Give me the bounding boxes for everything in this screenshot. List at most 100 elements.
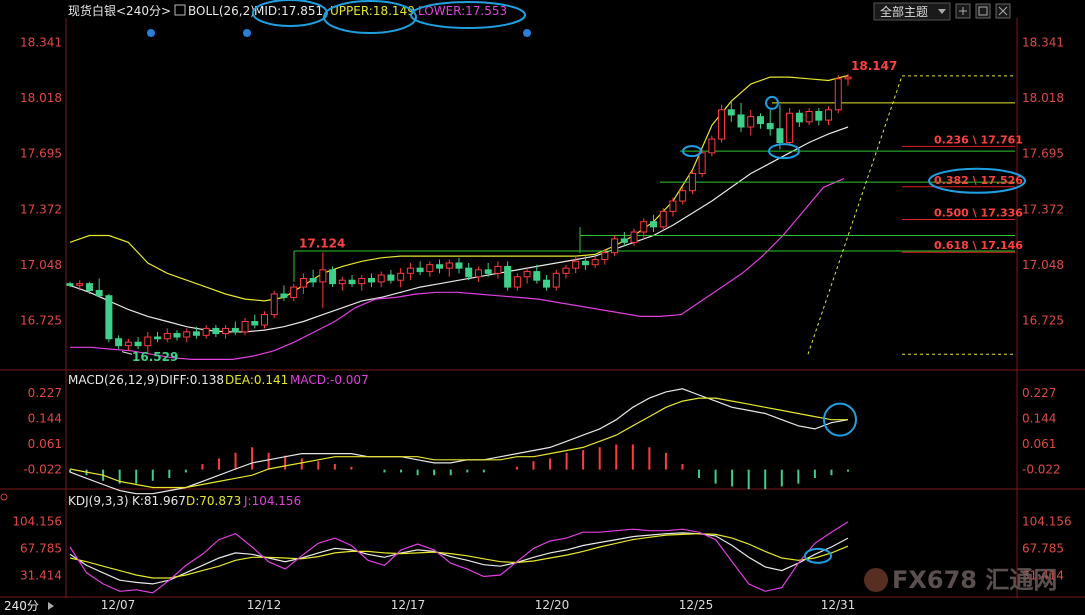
y-tick-label-right: 17.048: [1022, 258, 1064, 272]
high-price-label: 18.147: [851, 59, 897, 73]
candle-body: [484, 269, 492, 274]
kdj-d-label: D:70.873: [186, 494, 241, 508]
candle-body: [66, 283, 74, 286]
candle-body: [669, 200, 677, 212]
fib-level-label: 0.618 \ 17.146: [934, 239, 1023, 252]
candle-body: [377, 274, 385, 283]
kdj-y-tick-left: 104.156: [12, 515, 62, 529]
kdj-y-tick-left: 67.785: [20, 542, 62, 556]
marker-dot: [523, 29, 531, 37]
candle-body: [679, 190, 687, 202]
kdj-panel-dot: [0, 493, 8, 501]
candle-body: [115, 338, 123, 347]
candle-body: [747, 116, 755, 128]
candle-body: [601, 252, 609, 261]
candle-body: [212, 327, 220, 335]
y-tick-label-right: 17.695: [1022, 147, 1064, 161]
candle-body: [786, 112, 794, 143]
candle-body: [163, 333, 171, 340]
candle-body: [756, 116, 764, 125]
marker-dot: [243, 29, 251, 37]
y-tick-label-right: 18.018: [1022, 91, 1064, 105]
candle-body: [815, 111, 823, 121]
bottom-period-label[interactable]: 240分: [4, 599, 39, 613]
macd-y-tick-right: 0.061: [1022, 437, 1056, 451]
candle-body: [76, 283, 84, 286]
restore-button[interactable]: [975, 3, 991, 19]
candle-body: [95, 290, 103, 297]
macd-y-tick-left: 0.061: [28, 437, 62, 451]
candle-body: [611, 238, 619, 254]
y-tick-label-left: 17.695: [20, 147, 62, 161]
candle-body: [465, 267, 473, 278]
candle-body: [737, 114, 745, 128]
candle-body: [134, 341, 142, 347]
candle-body: [640, 221, 648, 233]
period-label[interactable]: <240分>: [116, 4, 171, 18]
candle-body: [533, 271, 541, 281]
candle-body: [144, 336, 152, 347]
candle-body: [124, 341, 132, 347]
kdj-y-tick-left: 31.414: [20, 568, 62, 582]
candle-body: [241, 321, 249, 333]
swing-price-label: 17.124: [299, 237, 345, 251]
kdj-y-tick-right: 104.156: [1022, 515, 1072, 529]
candle-body: [416, 267, 424, 273]
lower-label: LOWER:17.553: [418, 4, 507, 18]
kdj-y-tick-right: 67.785: [1022, 542, 1064, 556]
low-pointer: [121, 351, 133, 355]
boll-icon: [174, 4, 186, 16]
candle-body: [270, 293, 278, 316]
candle-body: [406, 267, 414, 274]
candle-body: [222, 327, 230, 335]
candle-body: [698, 152, 706, 174]
x-tick-label: 12/12: [247, 598, 282, 612]
candle-body: [105, 295, 113, 340]
candle-body: [358, 277, 366, 285]
candle-body: [708, 138, 716, 154]
candle-body: [261, 314, 268, 326]
candle-body: [455, 262, 463, 269]
y-tick-label-right: 16.725: [1022, 314, 1064, 328]
candle-body: [581, 260, 589, 266]
candle-body: [445, 262, 453, 269]
candle-body: [630, 231, 638, 243]
candle-body: [426, 264, 434, 273]
macd-value-label: MACD:-0.007: [290, 373, 369, 387]
play-icon: [48, 602, 54, 610]
kdj-j-label: J:104.156: [243, 494, 301, 508]
candle-body: [834, 78, 842, 111]
candle-body: [319, 269, 327, 283]
macd-y-tick-right: 0.144: [1022, 411, 1056, 425]
candle-body: [397, 272, 405, 281]
candle-body: [766, 123, 774, 130]
candle-body: [825, 109, 833, 121]
candle-body: [523, 271, 531, 278]
y-tick-label-left: 17.048: [20, 258, 62, 272]
candle-body: [727, 109, 735, 116]
candle-body: [659, 210, 667, 228]
candle-body: [173, 333, 181, 338]
macd-y-tick-right: 0.227: [1022, 386, 1056, 400]
candle-body: [591, 259, 599, 266]
chart-stage: 现货白银 <240分> BOLL(26,2) MID:17.851 UPPER:…: [0, 0, 1085, 615]
candle-body: [572, 260, 580, 269]
fib-level-label: 0.236 \ 17.761: [934, 133, 1023, 146]
macd-diff-label: DIFF:0.138: [160, 373, 224, 387]
instrument-title: 现货白银: [68, 3, 116, 18]
y-tick-label-left: 17.372: [20, 202, 62, 216]
candle-body: [183, 331, 191, 338]
y-tick-label-right: 18.341: [1022, 35, 1064, 49]
candle-body: [844, 76, 852, 80]
kdj-k-label: K:81.967: [132, 494, 186, 508]
candle-body: [650, 221, 657, 228]
candle-body: [543, 279, 551, 288]
candle-body: [309, 277, 317, 283]
candle-body: [231, 327, 239, 333]
x-tick-label: 12/07: [101, 598, 136, 612]
candle-body: [299, 277, 307, 288]
marker-dot: [147, 29, 155, 37]
candle-body: [154, 336, 162, 340]
watermark-logo: [864, 568, 888, 592]
candle-body: [552, 272, 560, 288]
